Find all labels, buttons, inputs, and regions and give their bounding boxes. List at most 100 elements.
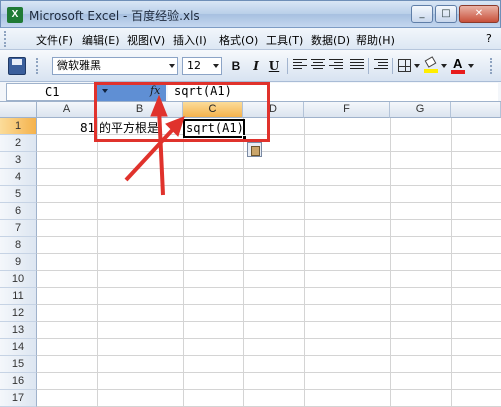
- cell-b1[interactable]: 的平方根是: [99, 120, 159, 137]
- menu-file[interactable]: 文件(F): [36, 32, 73, 48]
- row-gridline: [37, 236, 501, 237]
- row-header-1[interactable]: 1: [0, 118, 37, 135]
- row-header-9[interactable]: 9: [0, 254, 37, 271]
- menu-tools[interactable]: 工具(T): [266, 32, 303, 48]
- font-size-value: 12: [187, 59, 201, 72]
- chevron-down-icon[interactable]: [414, 64, 420, 68]
- fill-color-icon[interactable]: [424, 56, 438, 73]
- row-gridline: [37, 321, 501, 322]
- formatting-toolbar: 微软雅黑 12 B I U A: [0, 50, 501, 82]
- fill-handle[interactable]: [242, 135, 247, 140]
- help-question-icon[interactable]: ?: [486, 32, 496, 46]
- menu-insert[interactable]: 插入(I): [173, 32, 207, 48]
- column-header-d[interactable]: D: [243, 102, 304, 118]
- column-header-next[interactable]: [451, 102, 501, 118]
- row-header-11[interactable]: 11: [0, 288, 37, 305]
- align-right-icon[interactable]: [329, 59, 343, 71]
- row-gridline: [37, 338, 501, 339]
- window-title: Microsoft Excel - 百度经验.xls: [29, 9, 200, 23]
- chevron-down-icon[interactable]: [468, 64, 474, 68]
- toolbar-separator: [368, 58, 369, 74]
- menu-view[interactable]: 视图(V): [127, 32, 165, 48]
- column-header-g[interactable]: G: [390, 102, 451, 118]
- row-gridline: [37, 355, 501, 356]
- align-left-icon[interactable]: [293, 59, 307, 71]
- column-header-c[interactable]: C: [183, 102, 243, 118]
- row-gridline: [37, 304, 501, 305]
- column-gridline: [304, 118, 305, 407]
- row-header-2[interactable]: 2: [0, 135, 37, 152]
- row-gridline: [37, 219, 501, 220]
- maximize-button[interactable]: □: [435, 5, 457, 23]
- menu-bar: 文件(F) 编辑(E) 视图(V) 插入(I) 格式(O) 工具(T) 数据(D…: [0, 28, 501, 50]
- column-header-b[interactable]: B: [97, 102, 183, 118]
- row-header-17[interactable]: 17: [0, 390, 37, 407]
- toolbar-separator: [392, 58, 393, 74]
- menu-edit[interactable]: 编辑(E): [82, 32, 120, 48]
- font-size-select[interactable]: 12: [182, 57, 222, 75]
- chevron-down-icon[interactable]: [441, 64, 447, 68]
- font-color-letter: A: [453, 56, 463, 71]
- close-button[interactable]: ✕: [459, 5, 499, 23]
- column-gridline: [183, 118, 184, 407]
- select-all-corner[interactable]: [0, 102, 37, 118]
- formula-bar: C1 fx sqrt(A1): [0, 82, 501, 102]
- column-gridline: [451, 118, 452, 407]
- row-header-12[interactable]: 12: [0, 305, 37, 322]
- row-gridline: [37, 270, 501, 271]
- menu-format[interactable]: 格式(O): [219, 32, 258, 48]
- formula-input[interactable]: sqrt(A1): [168, 83, 498, 101]
- excel-app-icon: X: [7, 7, 23, 23]
- row-gridline: [37, 372, 501, 373]
- row-header-4[interactable]: 4: [0, 169, 37, 186]
- name-box[interactable]: C1: [6, 83, 96, 101]
- underline-button[interactable]: U: [266, 58, 282, 74]
- bold-button[interactable]: B: [228, 58, 244, 74]
- row-gridline: [37, 389, 501, 390]
- row-header-14[interactable]: 14: [0, 339, 37, 356]
- insert-function-icon[interactable]: fx: [150, 84, 160, 97]
- column-header-f[interactable]: F: [304, 102, 390, 118]
- font-name-value: 微软雅黑: [57, 59, 101, 72]
- row-header-10[interactable]: 10: [0, 271, 37, 288]
- paste-options-icon[interactable]: [247, 142, 262, 157]
- chevron-down-icon: [169, 64, 175, 68]
- menu-data[interactable]: 数据(D): [311, 32, 350, 48]
- menu-grip-handle[interactable]: [4, 31, 8, 47]
- row-gridline: [37, 202, 501, 203]
- minimize-button[interactable]: _: [411, 5, 433, 23]
- row-header-16[interactable]: 16: [0, 373, 37, 390]
- row-gridline: [37, 151, 501, 152]
- row-header-3[interactable]: 3: [0, 152, 37, 169]
- indent-icon[interactable]: [374, 59, 388, 71]
- font-color-icon[interactable]: A: [451, 56, 465, 74]
- font-name-select[interactable]: 微软雅黑: [52, 57, 178, 75]
- cell-c1-edit-text[interactable]: sqrt(A1): [186, 121, 244, 135]
- row-header-15[interactable]: 15: [0, 356, 37, 373]
- row-gridline: [37, 185, 501, 186]
- column-gridline: [97, 118, 98, 407]
- column-gridline: [243, 118, 244, 407]
- toolbar-grip-handle[interactable]: [36, 58, 40, 74]
- column-gridline: [390, 118, 391, 407]
- italic-button[interactable]: I: [248, 58, 264, 74]
- row-header-8[interactable]: 8: [0, 237, 37, 254]
- save-icon[interactable]: [8, 57, 26, 75]
- align-center-icon[interactable]: [311, 59, 325, 71]
- row-header-13[interactable]: 13: [0, 322, 37, 339]
- row-gridline: [37, 168, 501, 169]
- row-header-5[interactable]: 5: [0, 186, 37, 203]
- chevron-down-icon: [213, 64, 219, 68]
- row-header-7[interactable]: 7: [0, 220, 37, 237]
- worksheet-grid[interactable]: A B C D F G 123456789101112131415161718 …: [0, 102, 501, 407]
- column-header-a[interactable]: A: [37, 102, 97, 118]
- row-gridline: [37, 287, 501, 288]
- toolbar-separator: [287, 58, 288, 74]
- menu-help[interactable]: 帮助(H): [356, 32, 395, 48]
- merge-center-icon[interactable]: [350, 59, 364, 71]
- row-header-6[interactable]: 6: [0, 203, 37, 220]
- title-bar: X Microsoft Excel - 百度经验.xls _ □ ✕: [0, 0, 501, 28]
- borders-icon[interactable]: [398, 59, 411, 72]
- cell-a1[interactable]: 81: [80, 120, 95, 137]
- toolbar-grip-handle[interactable]: [490, 58, 494, 74]
